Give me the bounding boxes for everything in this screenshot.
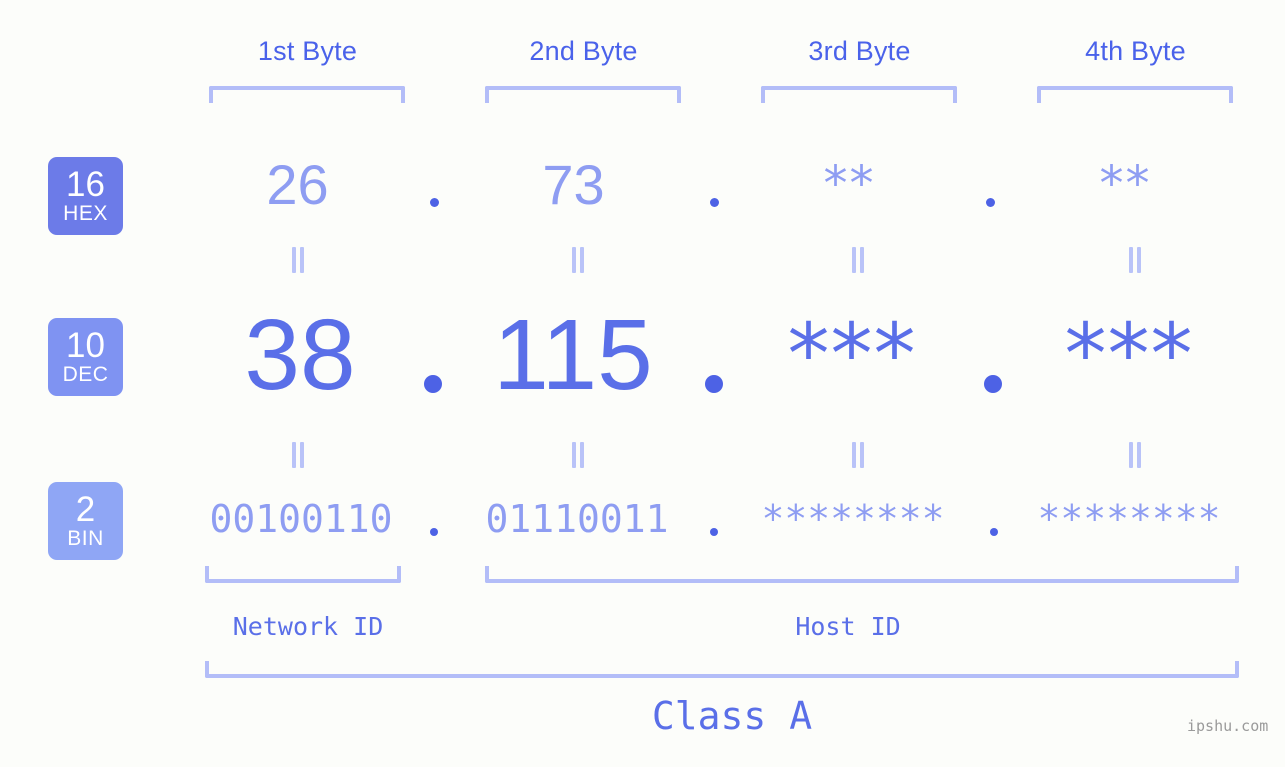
ip-address-breakdown-diagram: 1st Byte 2nd Byte 3rd Byte 4th Byte 16 H… [0,0,1285,767]
dec-value-byte-3: *** [787,305,917,403]
byte-column-header-2: 2nd Byte [529,36,638,66]
base-badge-bin-abbr: BIN [67,526,104,550]
bin-separator-dot-1 [430,528,438,536]
byte-column-header-3: 3rd Byte [808,36,911,66]
base-badge-bin-number: 2 [75,490,96,530]
class-bracket [205,661,1239,678]
base-badge-hex-abbr: HEX [63,201,108,225]
equals-marker-dec-bin-2 [570,442,586,468]
bin-value-byte-3: ******** [761,497,945,541]
network-id-label: Network ID [232,612,384,641]
watermark: ipshu.com [1187,717,1269,735]
equals-marker-hex-dec-4 [1127,247,1143,273]
dec-value-byte-2: 115 [493,299,653,411]
hex-separator-dot-2 [710,198,719,207]
equals-marker-hex-dec-2 [570,247,586,273]
hex-separator-dot-3 [986,198,995,207]
dec-separator-dot-3 [984,375,1002,393]
bin-value-byte-2: 01110011 [485,497,669,541]
bin-value-byte-4: ******** [1037,497,1221,541]
bin-value-byte-1: 00100110 [209,497,393,541]
host-id-bracket [485,566,1239,583]
hex-separator-dot-1 [430,198,439,207]
byte-bracket-top-4 [1037,86,1233,103]
byte-bracket-top-1 [209,86,405,103]
bin-separator-dot-2 [710,528,718,536]
host-id-label: Host ID [795,612,901,641]
base-badge-bin: 2 BIN [48,482,123,560]
base-badge-hex: 16 HEX [48,157,123,235]
class-label: Class A [651,694,813,738]
byte-column-header-1: 1st Byte [257,36,358,66]
base-badge-hex-number: 16 [66,165,105,205]
base-badge-dec: 10 DEC [48,318,123,396]
byte-bracket-top-2 [485,86,681,103]
byte-bracket-top-3 [761,86,957,103]
dec-separator-dot-1 [424,375,442,393]
hex-value-byte-1: 26 [266,153,329,216]
base-badge-dec-abbr: DEC [62,362,109,386]
base-badge-dec-number: 10 [66,326,105,366]
bin-separator-dot-3 [990,528,998,536]
equals-marker-hex-dec-1 [290,247,306,273]
byte-column-header-4: 4th Byte [1085,36,1186,66]
dec-value-byte-4: *** [1064,305,1194,403]
network-id-bracket [205,566,401,583]
equals-marker-dec-bin-1 [290,442,306,468]
dec-separator-dot-2 [705,375,723,393]
dec-value-byte-1: 38 [244,299,356,411]
hex-value-byte-4: ** [1099,156,1152,212]
equals-marker-dec-bin-3 [850,442,866,468]
equals-marker-dec-bin-4 [1127,442,1143,468]
equals-marker-hex-dec-3 [850,247,866,273]
hex-value-byte-3: ** [823,156,876,212]
hex-value-byte-2: 73 [542,153,605,216]
